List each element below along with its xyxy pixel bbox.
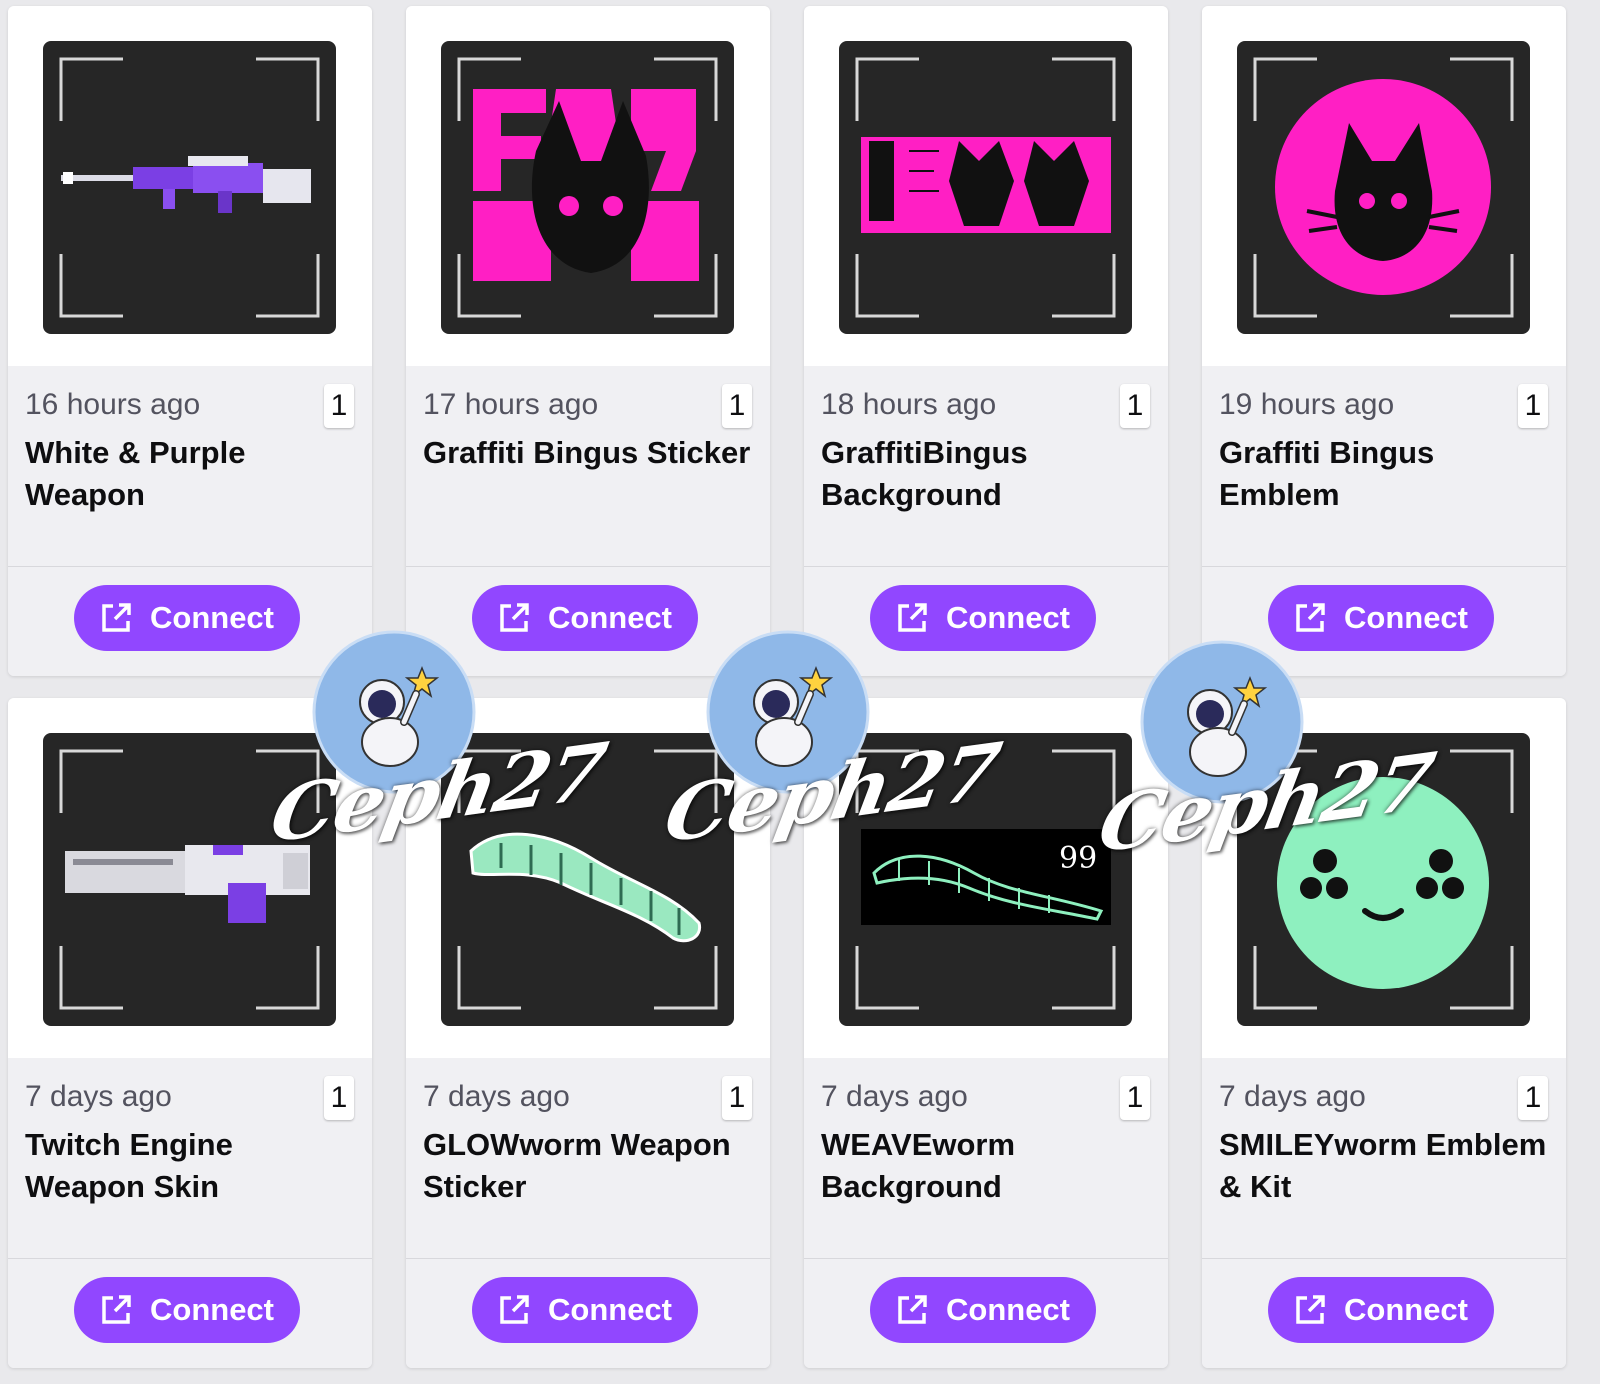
reward-title: White & Purple Weapon — [25, 435, 246, 512]
quantity-badge: 1 — [324, 1076, 354, 1120]
reward-image — [839, 41, 1132, 334]
quantity-badge: 1 — [1518, 384, 1548, 428]
quantity-badge: 1 — [1120, 1076, 1150, 1120]
reward-title: Graffiti Bingus Sticker — [423, 435, 751, 470]
quantity-badge: 1 — [722, 384, 752, 428]
connect-label: Connect — [548, 600, 672, 635]
external-link-icon — [500, 1295, 529, 1324]
card-footer: Connect — [804, 1258, 1168, 1368]
reward-title: Graffiti Bingus Emblem — [1219, 435, 1435, 512]
frame-corners — [855, 57, 1116, 318]
external-link-icon — [102, 603, 131, 632]
card-meta: 7 days ago 1 Twitch Engine Weapon Skin — [8, 1058, 372, 1256]
reward-image — [43, 41, 336, 334]
watermark: Ceph27 — [264, 630, 611, 870]
connect-button[interactable]: Connect — [472, 1277, 698, 1343]
reward-title: SMILEYworm Emblem & Kit — [1219, 1127, 1547, 1204]
card-meta: 7 days ago 1 WEAVEworm Background — [804, 1058, 1168, 1256]
external-link-icon — [1296, 603, 1325, 632]
external-link-icon — [102, 1295, 131, 1324]
card-meta: 17 hours ago 1 Graffiti Bingus Sticker — [406, 366, 770, 564]
external-link-icon — [1296, 1295, 1325, 1324]
thumbnail-area — [8, 6, 372, 366]
timestamp: 7 days ago — [25, 1080, 172, 1113]
card-footer: Connect — [8, 1258, 372, 1368]
card-meta: 7 days ago 1 GLOWworm Weapon Sticker — [406, 1058, 770, 1256]
timestamp: 18 hours ago — [821, 388, 997, 421]
reward-title: GLOWworm Weapon Sticker — [423, 1127, 731, 1204]
connect-button[interactable]: Connect — [1268, 1277, 1494, 1343]
frame-corners — [457, 57, 718, 318]
watermark: Ceph27 — [1092, 640, 1439, 880]
reward-title: WEAVEworm Background — [821, 1127, 1016, 1204]
reward-title: Twitch Engine Weapon Skin — [25, 1127, 233, 1204]
timestamp: 7 days ago — [423, 1080, 570, 1113]
connect-label: Connect — [946, 600, 1070, 635]
reward-title: GraffitiBingus Background — [821, 435, 1028, 512]
reward-image — [441, 41, 734, 334]
connect-label: Connect — [150, 600, 274, 635]
timestamp: 7 days ago — [1219, 1080, 1366, 1113]
timestamp: 16 hours ago — [25, 388, 201, 421]
quantity-badge: 1 — [1120, 384, 1150, 428]
timestamp: 19 hours ago — [1219, 388, 1395, 421]
thumbnail-area — [406, 6, 770, 366]
card-meta: 7 days ago 1 SMILEYworm Emblem & Kit — [1202, 1058, 1566, 1256]
card-footer: Connect — [1202, 1258, 1566, 1368]
connect-label: Connect — [548, 1292, 672, 1327]
quantity-badge: 1 — [722, 1076, 752, 1120]
drop-card: 18 hours ago 1 GraffitiBingus Background… — [804, 6, 1168, 676]
quantity-badge: 1 — [1518, 1076, 1548, 1120]
connect-button[interactable]: Connect — [74, 1277, 300, 1343]
frame-corners — [1253, 57, 1514, 318]
connect-button[interactable]: Connect — [74, 585, 300, 651]
quantity-badge: 1 — [324, 384, 354, 428]
frame-corners — [59, 57, 320, 318]
connect-label: Connect — [150, 1292, 274, 1327]
thumbnail-area — [804, 6, 1168, 366]
connect-label: Connect — [1344, 1292, 1468, 1327]
drop-card: 17 hours ago 1 Graffiti Bingus Sticker C… — [406, 6, 770, 676]
external-link-icon — [898, 1295, 927, 1324]
timestamp: 17 hours ago — [423, 388, 599, 421]
connect-label: Connect — [1344, 600, 1468, 635]
watermark: Ceph27 — [658, 630, 1005, 870]
card-meta: 16 hours ago 1 White & Purple Weapon — [8, 366, 372, 564]
timestamp: 7 days ago — [821, 1080, 968, 1113]
thumbnail-area — [1202, 6, 1566, 366]
drop-card: 16 hours ago 1 White & Purple Weapon Con… — [8, 6, 372, 676]
card-footer: Connect — [406, 1258, 770, 1368]
connect-button[interactable]: Connect — [870, 1277, 1096, 1343]
card-meta: 18 hours ago 1 GraffitiBingus Background — [804, 366, 1168, 564]
drop-card: 19 hours ago 1 Graffiti Bingus Emblem Co… — [1202, 6, 1566, 676]
card-meta: 19 hours ago 1 Graffiti Bingus Emblem — [1202, 366, 1566, 564]
connect-label: Connect — [946, 1292, 1070, 1327]
reward-image — [1237, 41, 1530, 334]
